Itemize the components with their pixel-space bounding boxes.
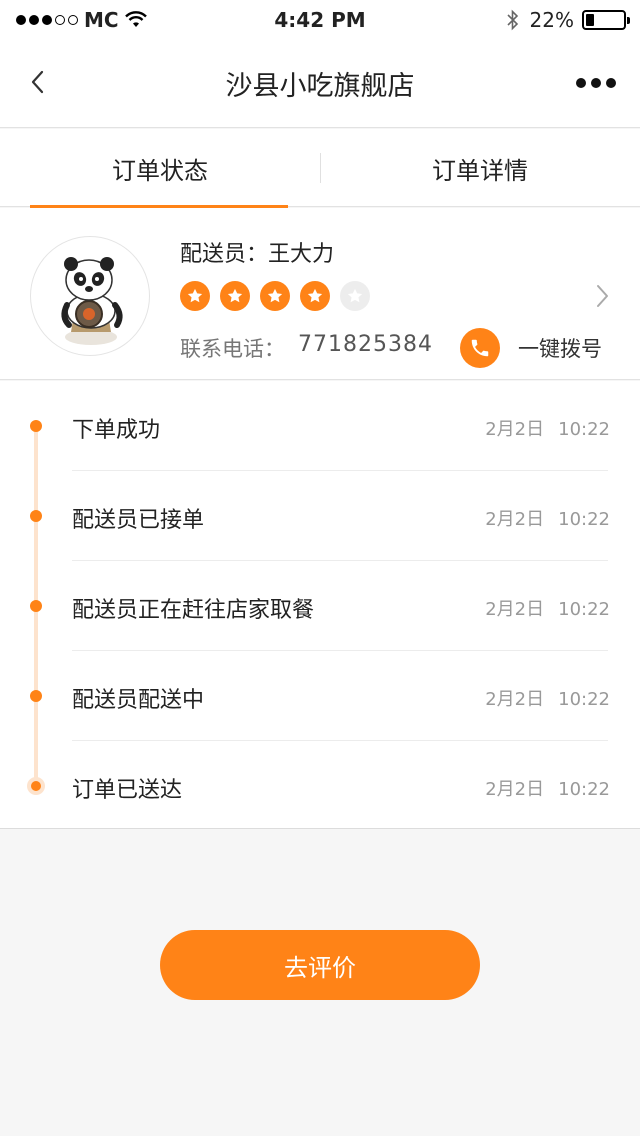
courier-card[interactable]: 配送员：王大力 联系电话： 771825384 一键拨号 <box>0 208 640 380</box>
timeline-item: 配送员正在赶往店家取餐 2月2日 10:22 <box>0 561 640 651</box>
phone-label: 联系电话： <box>180 337 285 361</box>
timeline-item: 配送员已接单 2月2日 10:22 <box>0 471 640 561</box>
timeline-text: 配送员正在赶往店家取餐 <box>72 598 315 623</box>
star-empty-icon <box>340 281 370 311</box>
tab-order-status[interactable]: 订单状态 <box>0 129 320 208</box>
timeline-text: 配送员已接单 <box>72 508 205 533</box>
star-filled-icon <box>180 281 210 311</box>
courier-avatar <box>30 236 150 356</box>
courier-name: 配送员：王大力 <box>180 242 335 267</box>
courier-rating <box>180 281 370 311</box>
status-bar: MC 4:42 PM 22% <box>0 0 640 40</box>
timeline-timestamp: 2月2日 10:22 <box>485 779 610 800</box>
tab-order-details[interactable]: 订单详情 <box>320 129 640 207</box>
timeline-dot-current <box>27 777 45 795</box>
battery-status: 22% <box>506 8 630 32</box>
timeline-text: 配送员配送中 <box>72 688 205 713</box>
timeline-item: 订单已送达 2月2日 10:22 <box>0 741 640 831</box>
star-filled-icon <box>260 281 290 311</box>
timeline-dot <box>30 420 42 432</box>
more-dot <box>606 78 616 88</box>
timeline-item: 配送员配送中 2月2日 10:22 <box>0 651 640 741</box>
timeline-text: 下单成功 <box>72 418 161 443</box>
timeline-timestamp: 2月2日 10:22 <box>485 419 610 440</box>
battery-icon <box>582 10 630 30</box>
phone-number: 771825384 <box>298 332 433 357</box>
order-timeline: 下单成功 2月2日 10:22 配送员已接单 2月2日 10:22 配送员正在赶往店… <box>0 381 640 829</box>
timeline-item: 下单成功 2月2日 10:22 <box>0 381 640 471</box>
nav-bar: 沙县小吃旗舰店 <box>0 40 640 128</box>
timeline-timestamp: 2月2日 10:22 <box>485 689 610 710</box>
chevron-right-icon[interactable] <box>592 282 612 310</box>
tab-bar: 订单状态 订单详情 <box>0 129 640 208</box>
call-label[interactable]: 一键拨号 <box>518 333 602 363</box>
star-filled-icon <box>300 281 330 311</box>
page-title: 沙县小吃旗舰店 <box>225 71 415 102</box>
phone-icon <box>471 339 489 357</box>
timeline-timestamp: 2月2日 10:22 <box>485 599 610 620</box>
timeline-dot <box>30 690 42 702</box>
timeline-dot <box>30 600 42 612</box>
more-dot <box>576 78 586 88</box>
battery-percent: 22% <box>529 8 574 32</box>
timeline-dot <box>30 510 42 522</box>
panda-avatar-icon <box>61 257 123 345</box>
review-button[interactable]: 去评价 <box>160 930 480 1000</box>
timeline-text: 订单已送达 <box>72 778 183 803</box>
more-dot <box>591 78 601 88</box>
star-filled-icon <box>220 281 250 311</box>
timeline-timestamp: 2月2日 10:22 <box>485 509 610 530</box>
bluetooth-icon <box>506 9 518 31</box>
more-button[interactable] <box>576 68 616 98</box>
call-button[interactable] <box>460 328 500 368</box>
